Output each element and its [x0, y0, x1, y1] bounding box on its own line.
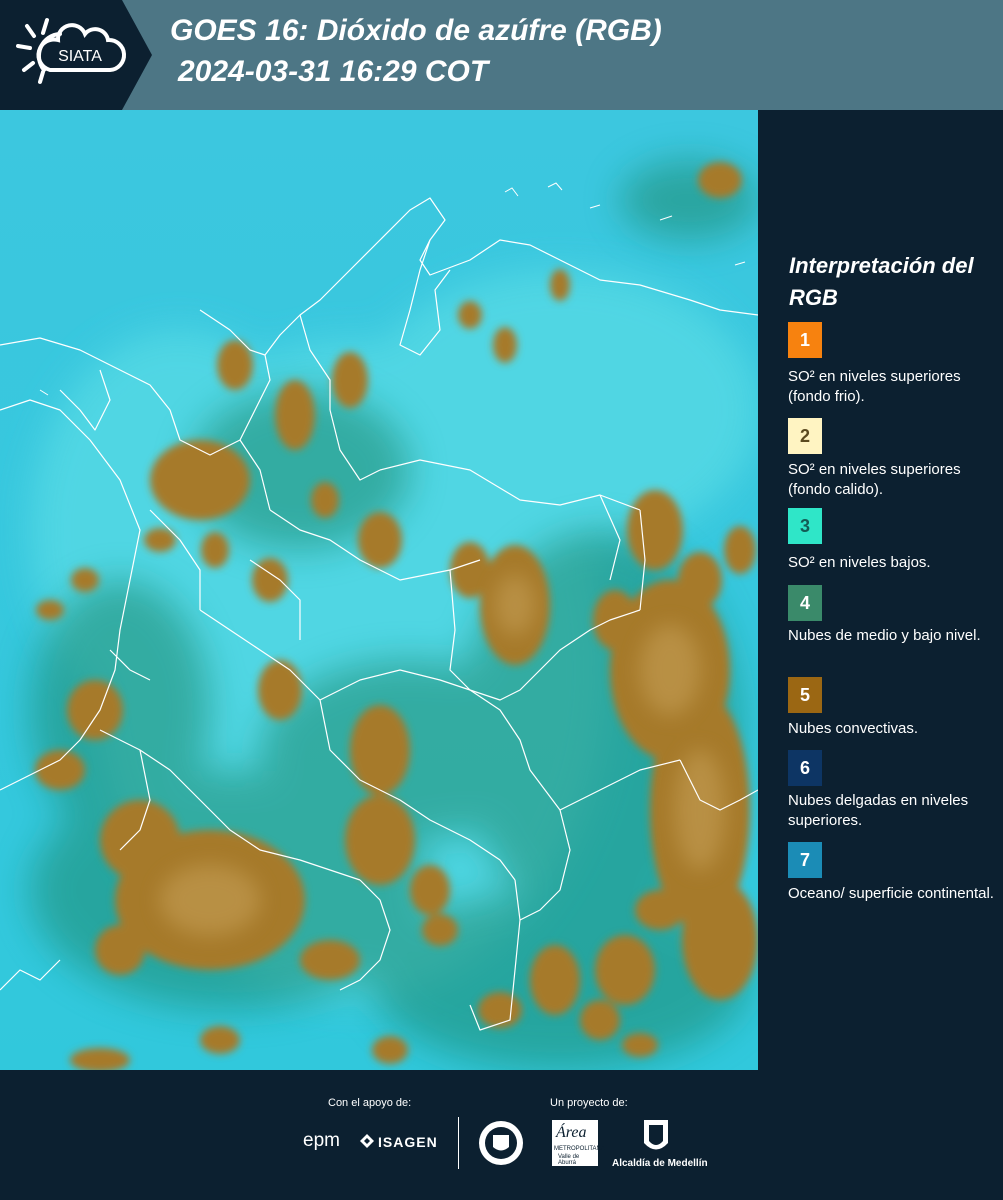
legend-swatch-4: 4 — [788, 585, 822, 621]
alcaldia-shield — [643, 1119, 669, 1157]
isagen-logo-mark — [360, 1134, 374, 1148]
legend-text-3: SO² en niveles bajos. — [788, 554, 931, 571]
satellite-map — [0, 110, 758, 1070]
alcaldia-label: Alcaldía de Medellín — [612, 1158, 708, 1169]
legend-title: Interpretación del RGB — [789, 253, 974, 310]
legend-swatch-2: 2 — [788, 418, 822, 454]
header-bar: SIATA GOES 16: Dióxido de azúfre (RGB) 2… — [0, 0, 1003, 110]
legend-swatch-7: 7 — [788, 842, 822, 878]
area-logo-sub: METROPOLITANA — [554, 1146, 605, 1152]
page-timestamp: 2024-03-31 16:29 COT — [178, 55, 489, 88]
footer-divider — [458, 1117, 459, 1169]
project-label: Un proyecto de: — [550, 1097, 628, 1109]
legend-text-4: Nubes de medio y bajo nivel. — [788, 627, 981, 644]
legend-swatch-1: 1 — [788, 322, 822, 358]
logo-text: SIATA — [58, 48, 102, 65]
legend-swatch-6: 6 — [788, 750, 822, 786]
area-logo-sub2: Valle de Aburrá — [558, 1154, 580, 1166]
area-metropolitana-logo: Área METROPOLITANA Valle de Aburrá — [552, 1120, 605, 1166]
support-label: Con el apoyo de: — [328, 1097, 412, 1109]
legend-swatch-3: 3 — [788, 508, 822, 544]
epm-logo: epm — [303, 1130, 340, 1151]
legend-text-2: SO² en niveles superiores (fondo calido)… — [788, 461, 961, 498]
legend-text-6: Nubes delgadas en niveles superiores. — [788, 792, 969, 829]
legend-swatch-5: 5 — [788, 677, 822, 713]
legend-text-7: Oceano/ superficie continental. — [788, 885, 994, 902]
siata-logo: SIATA — [0, 0, 160, 110]
legend-panel: Interpretación del RGB 1 SO² en niveles … — [760, 110, 1003, 1070]
medellin-seal — [478, 1120, 524, 1166]
page-title: GOES 16: Dióxido de azúfre (RGB) — [170, 14, 662, 47]
area-logo-text: Área — [556, 1124, 587, 1141]
isagen-logo: ISAGEN — [378, 1134, 438, 1150]
footer: Con el apoyo de: Un proyecto de: epm ISA… — [0, 1070, 1003, 1200]
legend-text-5: Nubes convectivas. — [788, 720, 919, 737]
legend-text-1: SO² en niveles superiores (fondo frio). — [788, 368, 961, 405]
